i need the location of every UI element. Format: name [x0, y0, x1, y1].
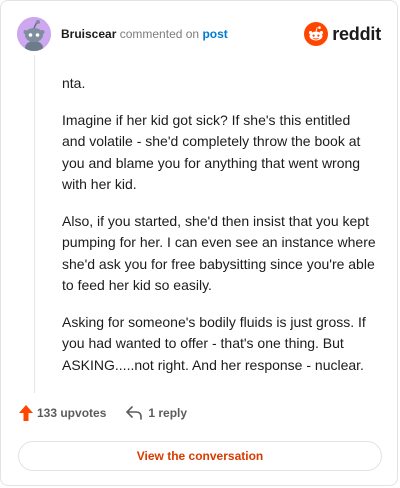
reply-count: 1 reply — [148, 406, 188, 420]
comment-card: Bruiscear commented on post reddit nta. … — [0, 0, 398, 486]
upvote-button[interactable]: 133 upvotes — [19, 405, 106, 421]
comment-paragraph: Imagine if her kid got sick? If she's th… — [62, 111, 361, 193]
upvote-arrow-icon — [19, 405, 33, 421]
snoo-avatar-icon — [17, 17, 51, 51]
comment-action-text: commented on — [119, 27, 200, 41]
reddit-wordmark: reddit — [332, 23, 381, 44]
view-conversation-button[interactable]: View the conversation — [18, 441, 382, 471]
reply-arrow-icon — [126, 406, 143, 420]
reddit-snoo-icon — [304, 22, 329, 46]
comment-paragraph: nta. — [62, 75, 86, 91]
comment-body: nta. Imagine if her kid got sick? If she… — [62, 73, 377, 391]
author-name[interactable]: Bruiscear — [61, 27, 116, 41]
avatar[interactable] — [17, 17, 51, 51]
comment-meta: Bruiscear commented on post — [61, 26, 228, 42]
comment-paragraph: Also, if you started, she'd then insist … — [62, 212, 376, 294]
comment-paragraph: Asking for someone's bodily fluids is ju… — [62, 313, 366, 373]
upvote-count: 133 upvotes — [37, 406, 107, 420]
comment-header: Bruiscear commented on post reddit — [17, 17, 381, 51]
thread-line — [34, 55, 35, 393]
comment-actions: 133 upvotes 1 reply — [19, 405, 187, 421]
reddit-logo[interactable]: reddit — [304, 22, 381, 46]
post-link[interactable]: post — [202, 27, 227, 41]
reply-button[interactable]: 1 reply — [126, 406, 187, 420]
